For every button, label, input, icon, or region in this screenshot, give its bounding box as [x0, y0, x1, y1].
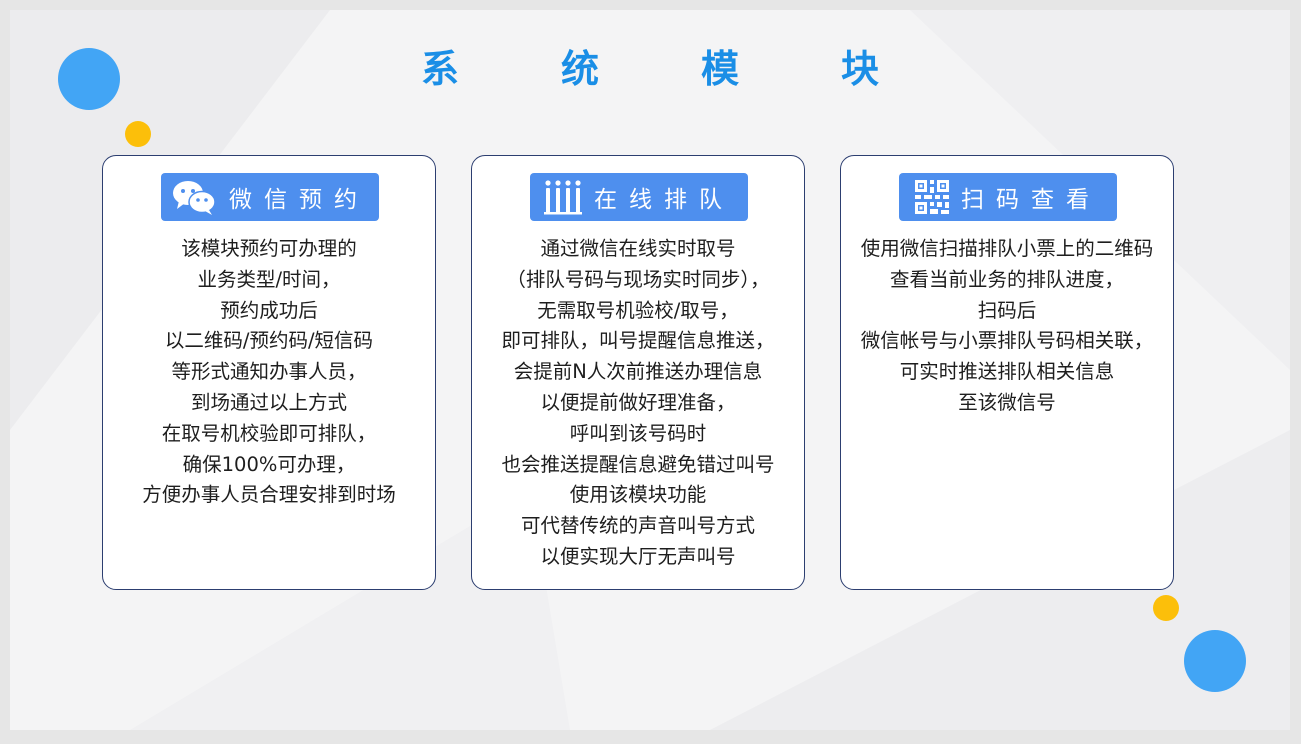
text-line: 可实时推送排队相关信息: [899, 360, 1115, 384]
text-line: 可代替传统的声音叫号方式: [520, 514, 755, 538]
badge-label: 微信预约: [229, 187, 369, 213]
text-line: 通过微信在线实时取号: [540, 237, 736, 260]
text-line: 到场通过以上方式: [190, 390, 347, 414]
qr-code-icon: [915, 180, 949, 214]
badge-label: 扫码查看: [961, 187, 1101, 213]
badge-wechat-appointment[interactable]: 微信预约: [161, 173, 379, 221]
text-line: 使用该模块功能: [569, 483, 707, 507]
title-char: 块: [840, 47, 879, 91]
queue-icon: [544, 178, 582, 216]
badge-label: 在线排队: [594, 187, 734, 213]
decor-yellow-dot-bottom: [1153, 595, 1179, 621]
text-line: 以便实现大厅无声叫号: [540, 544, 736, 568]
text-line: 会提前N人次前推送办理信息: [513, 360, 763, 384]
text-line: 该模块预约可办理的: [181, 237, 357, 260]
decor-blue-dot-bottom: [1184, 630, 1246, 692]
text-line: 呼叫到该号码时: [569, 421, 707, 445]
title-char: 统: [560, 47, 599, 91]
text-line: 等形式通知办事人员，: [171, 360, 367, 384]
badge-online-queue[interactable]: 在线排队: [530, 173, 748, 221]
text-line: （排队号码与现场实时同步），: [506, 267, 770, 291]
text-line: 以便提前做好理准备，: [540, 390, 736, 414]
title-char: 系: [420, 47, 459, 91]
text-line: 确保100%可办理，: [182, 452, 356, 476]
wechat-icon: [171, 179, 217, 215]
page-title: 系 统 模 块: [0, 38, 1300, 93]
card-text: 该模块预约可办理的 业务类型/时间， 预约成功后 以二维码/预约码/短信码 等形…: [103, 234, 435, 511]
card-text: 通过微信在线实时取号 （排队号码与现场实时同步）， 无需取号机验校/取号， 即可…: [472, 234, 804, 573]
text-line: 即可排队，叫号提醒信息推送，: [501, 329, 775, 353]
text-line: 方便办事人员合理安排到时场: [142, 483, 396, 507]
text-line: 查看当前业务的排队进度，: [889, 267, 1124, 291]
text-line: 无需取号机验校/取号，: [537, 298, 739, 322]
text-line: 预约成功后: [220, 298, 318, 322]
card-online-queue: 在线排队 通过微信在线实时取号 （排队号码与现场实时同步）， 无需取号机验校/取…: [471, 155, 805, 590]
card-text: 使用微信扫描排队小票上的二维码 查看当前业务的排队进度， 扫码后 微信帐号与小票…: [841, 234, 1173, 419]
text-line: 扫码后: [977, 298, 1037, 322]
text-line: 使用微信扫描排队小票上的二维码: [860, 237, 1154, 260]
text-line: 业务类型/时间，: [197, 267, 341, 291]
badge-scan-view[interactable]: 扫码查看: [899, 173, 1117, 221]
card-scan-view: 扫码查看 使用微信扫描排队小票上的二维码 查看当前业务的排队进度， 扫码后 微信…: [840, 155, 1174, 590]
text-line: 至该微信号: [958, 390, 1056, 414]
text-line: 在取号机校验即可排队，: [161, 421, 377, 445]
title-char: 模: [700, 47, 739, 91]
text-line: 以二维码/预约码/短信码: [164, 329, 374, 353]
card-wechat-appointment: 微信预约 该模块预约可办理的 业务类型/时间， 预约成功后 以二维码/预约码/短…: [102, 155, 436, 590]
text-line: 也会推送提醒信息避免错过叫号: [501, 452, 775, 476]
text-line: 微信帐号与小票排队号码相关联，: [860, 329, 1154, 353]
decor-yellow-dot-top: [125, 121, 151, 147]
